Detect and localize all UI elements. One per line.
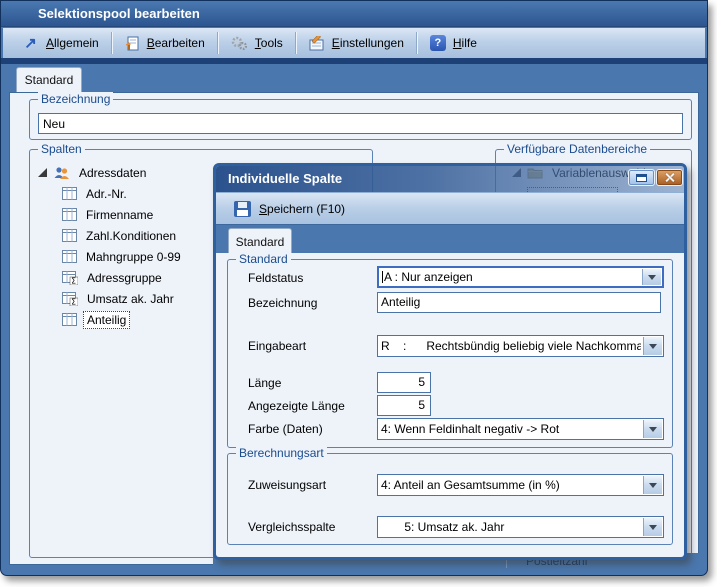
zuweisungsart-value: 4: Anteil an Gesamtsumme (in %): [381, 475, 641, 495]
standard-group: Standard Feldstatus A : Nur anzeigen Bez…: [227, 259, 673, 448]
dialog-title: Individuelle Spalte: [228, 171, 342, 186]
save-button[interactable]: Speichern (F10): [228, 199, 351, 219]
eingabeart-combobox[interactable]: R : Rechtsbündig beliebig viele Nachkomm…: [377, 335, 664, 357]
spalten-group-label: Spalten: [38, 142, 85, 156]
main-toolbar: ↗ Allgemein Bearbeiten: [3, 28, 705, 58]
table-icon: [62, 313, 77, 326]
bezeichnung-input[interactable]: [38, 113, 683, 134]
berechnungsart-group-label: Berechnungsart: [236, 446, 327, 460]
gears-icon: [231, 36, 248, 51]
chevron-down-icon[interactable]: [643, 337, 662, 355]
bezeichnung-group: Bezeichnung: [29, 99, 692, 140]
tree-item-label: Anteilig: [83, 311, 130, 329]
tree-item-label: Mahngruppe 0-99: [83, 249, 184, 265]
save-floppy-icon: [234, 201, 251, 217]
menu-einstellungen[interactable]: Einstellungen: [298, 31, 415, 55]
close-icon: [664, 172, 675, 183]
menu-tools[interactable]: Tools: [220, 31, 294, 55]
arrow-up-right-icon: ↗: [22, 34, 39, 52]
restore-icon: [636, 174, 647, 182]
main-tab-strip: Standard: [3, 64, 705, 92]
table-icon: [62, 250, 77, 263]
text-caret: [382, 271, 383, 283]
zuweisungsart-label: Zuweisungsart: [248, 474, 326, 496]
tree-item-label: Zahl.Konditionen: [83, 228, 179, 244]
feldstatus-label: Feldstatus: [248, 267, 303, 289]
menu-bearbeiten[interactable]: Bearbeiten: [114, 31, 216, 55]
toolbar-separator: [111, 32, 113, 54]
toolbar-separator: [217, 32, 219, 54]
menu-tools-label: Tools: [255, 36, 283, 50]
table-icon: [62, 229, 77, 242]
chevron-down-icon[interactable]: [643, 420, 662, 438]
settings-notepad-icon: [309, 36, 325, 51]
bezeichnung-field-label: Bezeichnung: [248, 292, 317, 314]
menu-allgemein-label: Allgemein: [46, 36, 99, 50]
tree-item-label: Umsatz ak. Jahr: [84, 291, 177, 307]
feldstatus-combobox[interactable]: A : Nur anzeigen: [377, 266, 664, 288]
dialog-tab-strip: Standard: [216, 224, 684, 253]
restore-button[interactable]: [628, 169, 655, 186]
farbe-label: Farbe (Daten): [248, 418, 323, 440]
tree-item-label: Adr.-Nr.: [83, 186, 130, 202]
chevron-down-icon[interactable]: [643, 518, 662, 536]
window-title: Selektionspool bearbeiten: [38, 6, 200, 21]
angezeigte-laenge-input[interactable]: 5: [377, 395, 431, 416]
dialog-toolbar: Speichern (F10): [216, 192, 684, 224]
chevron-down-icon[interactable]: [642, 269, 661, 285]
zuweisungsart-combobox[interactable]: 4: Anteil an Gesamtsumme (in %): [377, 474, 664, 496]
angezeigte-laenge-label: Angezeigte Länge: [248, 395, 345, 417]
main-titlebar[interactable]: Selektionspool bearbeiten: [1, 1, 707, 27]
menu-hilfe-label: Hilfe: [453, 36, 477, 50]
expander-icon[interactable]: [38, 168, 47, 177]
svg-text:Σ: Σ: [71, 276, 76, 284]
standard-group-label: Standard: [236, 252, 291, 266]
eingabeart-value: R : Rechtsbündig beliebig viele Nachkomm…: [381, 336, 641, 356]
tree-item-label: Firmenname: [83, 207, 156, 223]
svg-text:Σ: Σ: [71, 297, 76, 305]
farbe-combobox[interactable]: 4: Wenn Feldinhalt negativ -> Rot: [377, 418, 664, 440]
toolbar-separator: [416, 32, 418, 54]
feldstatus-value: A : Nur anzeigen: [382, 268, 640, 286]
users-icon: [53, 166, 70, 180]
save-button-label: Speichern (F10): [259, 202, 345, 216]
dialog-content: Standard Feldstatus A : Nur anzeigen Bez…: [216, 253, 684, 557]
datenbereiche-group-label: Verfügbare Datenbereiche: [504, 142, 650, 156]
bezeichnung-field-input[interactable]: Anteilig: [377, 292, 661, 313]
screen: Selektionspool bearbeiten ↗ Allgemein: [0, 0, 717, 587]
toolbar-separator: [295, 32, 297, 54]
vergleichsspalte-label: Vergleichsspalte: [248, 516, 335, 538]
eingabeart-label: Eingabeart: [248, 335, 306, 357]
tree-item-label: Adressdaten: [76, 165, 149, 181]
menu-bearbeiten-label: Bearbeiten: [147, 36, 205, 50]
vergleichsspalte-combobox[interactable]: 5: Umsatz ak. Jahr: [377, 516, 664, 538]
menu-einstellungen-label: Einstellungen: [332, 36, 404, 50]
menu-allgemein[interactable]: ↗ Allgemein: [11, 31, 110, 55]
tab-standard-main[interactable]: Standard: [16, 67, 82, 92]
dialog-titlebar[interactable]: Individuelle Spalte: [216, 166, 684, 192]
table-sum-icon: Σ: [62, 271, 78, 285]
vergleichsspalte-value: 5: Umsatz ak. Jahr: [381, 517, 641, 537]
tree-item-label: Adressgruppe: [84, 270, 165, 286]
close-button[interactable]: [656, 169, 683, 186]
farbe-value: 4: Wenn Feldinhalt negativ -> Rot: [381, 419, 641, 439]
table-sum-icon: Σ: [62, 292, 78, 306]
table-icon: [62, 208, 77, 221]
laenge-label: Länge: [248, 372, 281, 394]
help-icon: ?: [430, 35, 446, 51]
table-icon: [62, 187, 77, 200]
berechnungsart-group: Berechnungsart Zuweisungsart 4: Anteil a…: [227, 453, 673, 545]
bezeichnung-group-label: Bezeichnung: [38, 92, 113, 106]
menu-hilfe[interactable]: ? Hilfe: [419, 31, 488, 55]
dialog-individuelle-spalte: Individuelle Spalte Speichern (F10) Stan…: [213, 163, 687, 560]
chevron-down-icon[interactable]: [643, 476, 662, 494]
tab-standard-dialog[interactable]: Standard: [228, 228, 292, 254]
laenge-input[interactable]: 5: [377, 372, 431, 393]
clipboard-icon: [125, 36, 140, 51]
